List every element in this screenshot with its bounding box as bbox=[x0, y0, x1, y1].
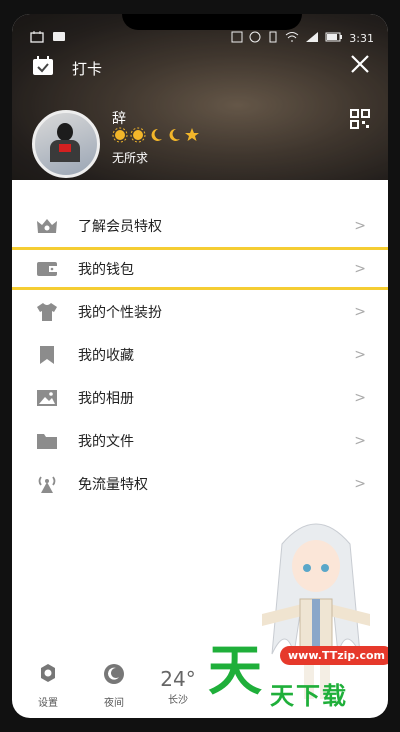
menu-item-favorites[interactable]: 我的收藏 > bbox=[12, 333, 388, 376]
menu-item-vip[interactable]: 了解会员特权 > bbox=[12, 204, 388, 247]
signal-icon bbox=[305, 31, 319, 46]
signature[interactable]: 无所求 bbox=[112, 149, 148, 166]
checkin-button[interactable]: 打卡 bbox=[32, 56, 102, 80]
night-label: 夜间 bbox=[104, 698, 124, 709]
settings-button[interactable]: 设置 bbox=[18, 654, 78, 718]
weather-widget[interactable]: 24° 长沙 bbox=[148, 654, 208, 718]
message-icon bbox=[52, 31, 66, 46]
settings-label: 设置 bbox=[38, 698, 58, 709]
chevron-right-icon: > bbox=[354, 260, 366, 277]
notch bbox=[122, 14, 302, 30]
phone-frame: 3:31 打卡 辞 无所求 了解会员特权 > 我的钱包 > 我的个性装扮 > 我… bbox=[0, 0, 400, 732]
menu-item-free-data[interactable]: 免流量特权 > bbox=[12, 462, 388, 505]
menu-item-label: 我的文件 bbox=[78, 433, 134, 450]
battery-icon bbox=[325, 31, 343, 46]
night-mode-button[interactable]: 夜间 bbox=[84, 654, 144, 718]
chevron-right-icon: > bbox=[354, 475, 366, 492]
notification-icon bbox=[30, 30, 44, 46]
menu-item-label: 免流量特权 bbox=[78, 476, 148, 493]
close-button[interactable] bbox=[350, 54, 370, 78]
screen: 3:31 打卡 辞 无所求 了解会员特权 > 我的钱包 > 我的个性装扮 > 我… bbox=[12, 14, 388, 718]
qr-code-button[interactable] bbox=[350, 109, 370, 133]
moon-icon bbox=[103, 663, 125, 688]
watermark-big-char: 天 bbox=[208, 638, 262, 702]
chevron-right-icon: > bbox=[354, 303, 366, 320]
shirt-icon bbox=[34, 301, 60, 323]
gear-icon bbox=[37, 663, 59, 688]
city-name: 长沙 bbox=[168, 694, 188, 706]
bookmark-icon bbox=[34, 344, 60, 366]
menu-item-label: 我的收藏 bbox=[78, 347, 134, 364]
qr-code-icon bbox=[350, 109, 370, 133]
menu-item-label: 了解会员特权 bbox=[78, 218, 162, 235]
chevron-right-icon: > bbox=[354, 432, 366, 449]
chevron-right-icon: > bbox=[354, 346, 366, 363]
nfc-icon bbox=[231, 31, 243, 46]
alarm-icon bbox=[249, 31, 261, 46]
avatar[interactable] bbox=[32, 110, 100, 178]
menu-item-album[interactable]: 我的相册 > bbox=[12, 376, 388, 419]
menu-item-label: 我的相册 bbox=[78, 390, 134, 407]
chevron-right-icon: > bbox=[354, 217, 366, 234]
folder-icon bbox=[34, 430, 60, 452]
sun-icon bbox=[130, 127, 146, 147]
menu-item-files[interactable]: 我的文件 > bbox=[12, 419, 388, 462]
status-bar: 3:31 bbox=[30, 30, 374, 46]
calendar-check-icon bbox=[32, 56, 54, 80]
crown-icon bbox=[34, 215, 60, 237]
star-icon bbox=[184, 127, 200, 147]
level-badges[interactable] bbox=[112, 127, 200, 147]
menu-item-wallet[interactable]: 我的钱包 > bbox=[12, 247, 388, 290]
checkin-label: 打卡 bbox=[72, 59, 103, 78]
menu-item-dressup[interactable]: 我的个性装扮 > bbox=[12, 290, 388, 333]
menu-item-label: 我的个性装扮 bbox=[78, 304, 162, 321]
image-icon bbox=[34, 387, 60, 409]
close-icon bbox=[350, 55, 370, 78]
moon-icon bbox=[148, 127, 164, 147]
sun-icon bbox=[112, 127, 128, 147]
clock-time: 3:31 bbox=[349, 31, 374, 45]
watermark: 天 www.TTzip.com 天下载 bbox=[208, 638, 388, 718]
menu-item-label: 我的钱包 bbox=[78, 261, 134, 278]
watermark-text: 天下载 bbox=[270, 682, 348, 710]
temperature: 24° bbox=[160, 666, 196, 691]
vibrate-icon bbox=[267, 31, 279, 46]
wallet-icon bbox=[34, 258, 60, 280]
username[interactable]: 辞 bbox=[112, 108, 126, 128]
chevron-right-icon: > bbox=[354, 389, 366, 406]
signal-tower-icon bbox=[34, 473, 60, 495]
moon-icon bbox=[166, 127, 182, 147]
drawer-menu: 了解会员特权 > 我的钱包 > 我的个性装扮 > 我的收藏 > 我的相册 > 我… bbox=[12, 180, 388, 505]
wifi-icon bbox=[285, 31, 299, 46]
watermark-url: www.TTzip.com bbox=[280, 646, 388, 665]
